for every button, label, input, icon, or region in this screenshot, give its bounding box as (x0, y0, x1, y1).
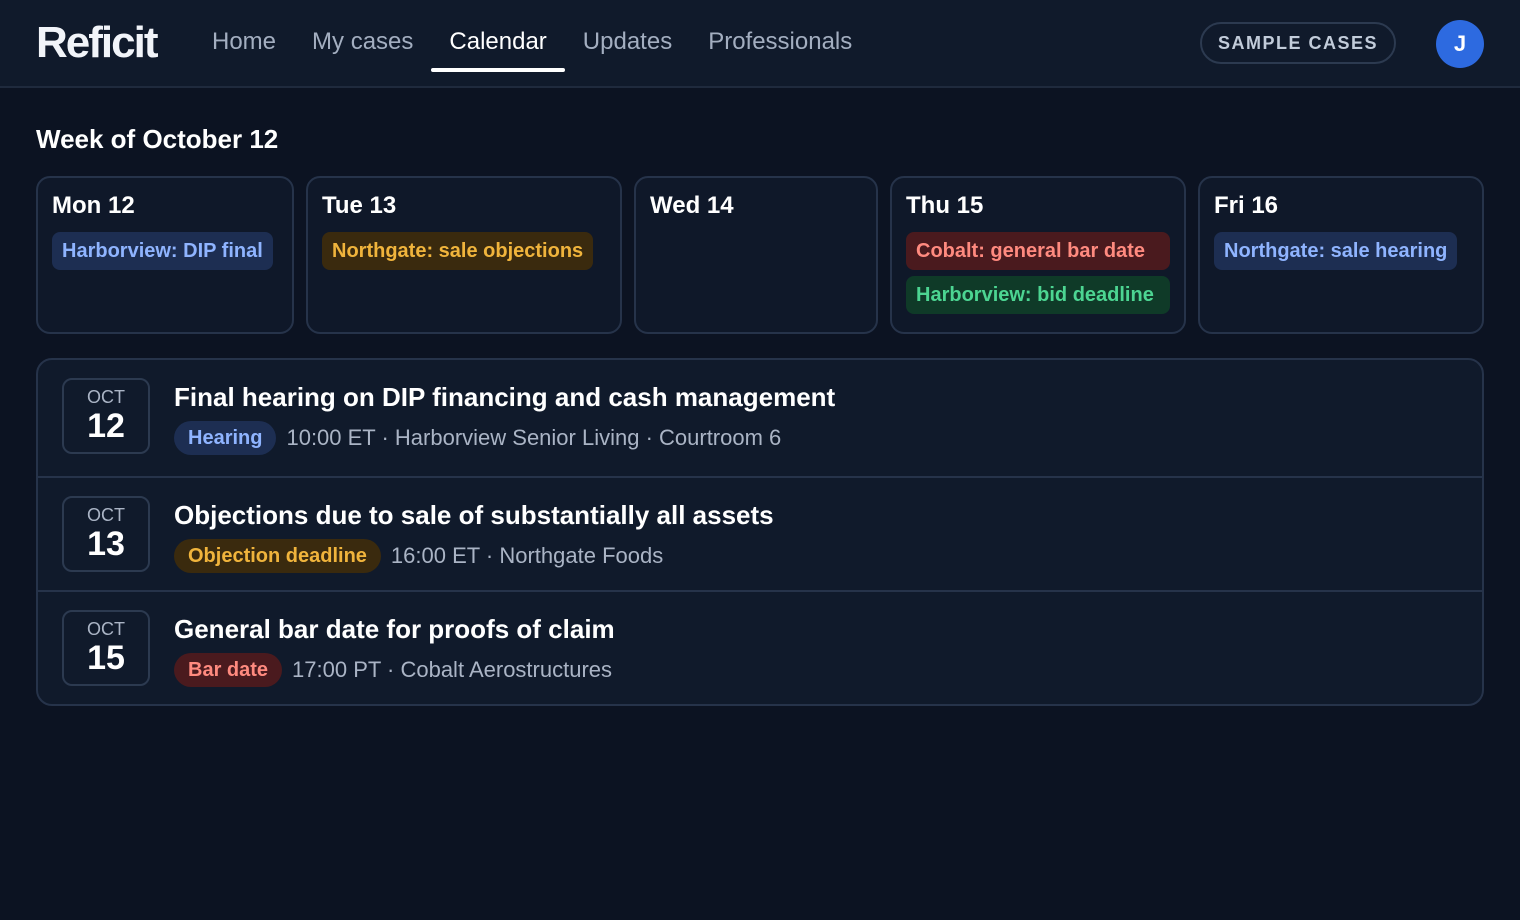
day-card-fri: Fri 16 Northgate: sale hearing (1198, 176, 1484, 334)
event-type-badge: Objection deadline (174, 539, 381, 573)
calendar-chip[interactable]: Cobalt: general bar date (906, 232, 1170, 270)
day-card-tue: Tue 13 Northgate: sale objections (306, 176, 622, 334)
event-row[interactable]: OCT 13 Objections due to sale of substan… (38, 476, 1482, 592)
event-date-box: OCT 13 (62, 496, 150, 572)
event-details: 10:00 ET · Harborview Senior Living · Co… (286, 425, 782, 450)
event-month: OCT (87, 387, 125, 407)
event-month: OCT (87, 619, 125, 639)
day-card-mon: Mon 12 Harborview: DIP final (36, 176, 294, 334)
reficit-logo[interactable]: Reficit (36, 18, 158, 68)
event-title: Final hearing on DIP financing and cash … (174, 382, 836, 412)
day-card-thu: Thu 15 Cobalt: general bar date Harborvi… (890, 176, 1186, 334)
day-label: Tue 13 (322, 192, 397, 219)
event-details: 16:00 ET · Northgate Foods (390, 543, 664, 568)
event-meta: Hearing 10:00 ET · Harborview Senior Liv… (174, 420, 781, 456)
day-label: Fri 16 (1214, 192, 1279, 219)
event-title: Objections due to sale of substantially … (174, 500, 774, 530)
event-day: 12 (87, 407, 125, 445)
day-card-wed: Wed 14 (634, 176, 878, 334)
event-row[interactable]: OCT 15 General bar date for proofs of cl… (38, 590, 1482, 704)
day-label: Wed 14 (650, 192, 734, 219)
event-type-badge: Hearing (174, 421, 277, 455)
event-date-box: OCT 12 (62, 378, 150, 454)
nav-professionals[interactable]: Professionals (690, 0, 870, 86)
event-details: 17:00 PT · Cobalt Aerostructures (292, 657, 613, 682)
top-navigation-bar: Reficit Home My cases Calendar Updates P… (0, 0, 1520, 88)
calendar-chip[interactable]: Harborview: bid deadline (906, 276, 1170, 314)
day-label: Thu 15 (906, 192, 984, 219)
calendar-chip[interactable]: Northgate: sale hearing (1214, 232, 1458, 270)
nav-calendar[interactable]: Calendar (431, 0, 566, 86)
calendar-chip[interactable]: Northgate: sale objections (322, 232, 594, 270)
event-meta: Bar date 17:00 PT · Cobalt Aerostructure… (174, 652, 612, 688)
event-meta: Objection deadline 16:00 ET · Northgate … (174, 538, 663, 574)
event-month: OCT (87, 505, 125, 525)
event-day: 15 (87, 639, 125, 677)
user-avatar[interactable]: J (1436, 20, 1484, 68)
event-row[interactable]: OCT 12 Final hearing on DIP financing an… (38, 360, 1482, 476)
nav-updates[interactable]: Updates (565, 0, 690, 86)
event-title: General bar date for proofs of claim (174, 614, 615, 644)
nav-home[interactable]: Home (194, 0, 294, 86)
sample-cases-button[interactable]: SAMPLE CASES (1200, 22, 1396, 64)
week-title: Week of October 12 (36, 124, 279, 154)
event-day: 13 (87, 525, 125, 563)
event-type-badge: Bar date (174, 653, 283, 687)
day-label: Mon 12 (52, 192, 135, 219)
calendar-chip[interactable]: Harborview: DIP final (52, 232, 273, 270)
nav-my-cases[interactable]: My cases (294, 0, 431, 86)
event-list: OCT 12 Final hearing on DIP financing an… (36, 358, 1484, 706)
event-date-box: OCT 15 (62, 610, 150, 686)
main-nav: Home My cases Calendar Updates Professio… (194, 0, 870, 86)
